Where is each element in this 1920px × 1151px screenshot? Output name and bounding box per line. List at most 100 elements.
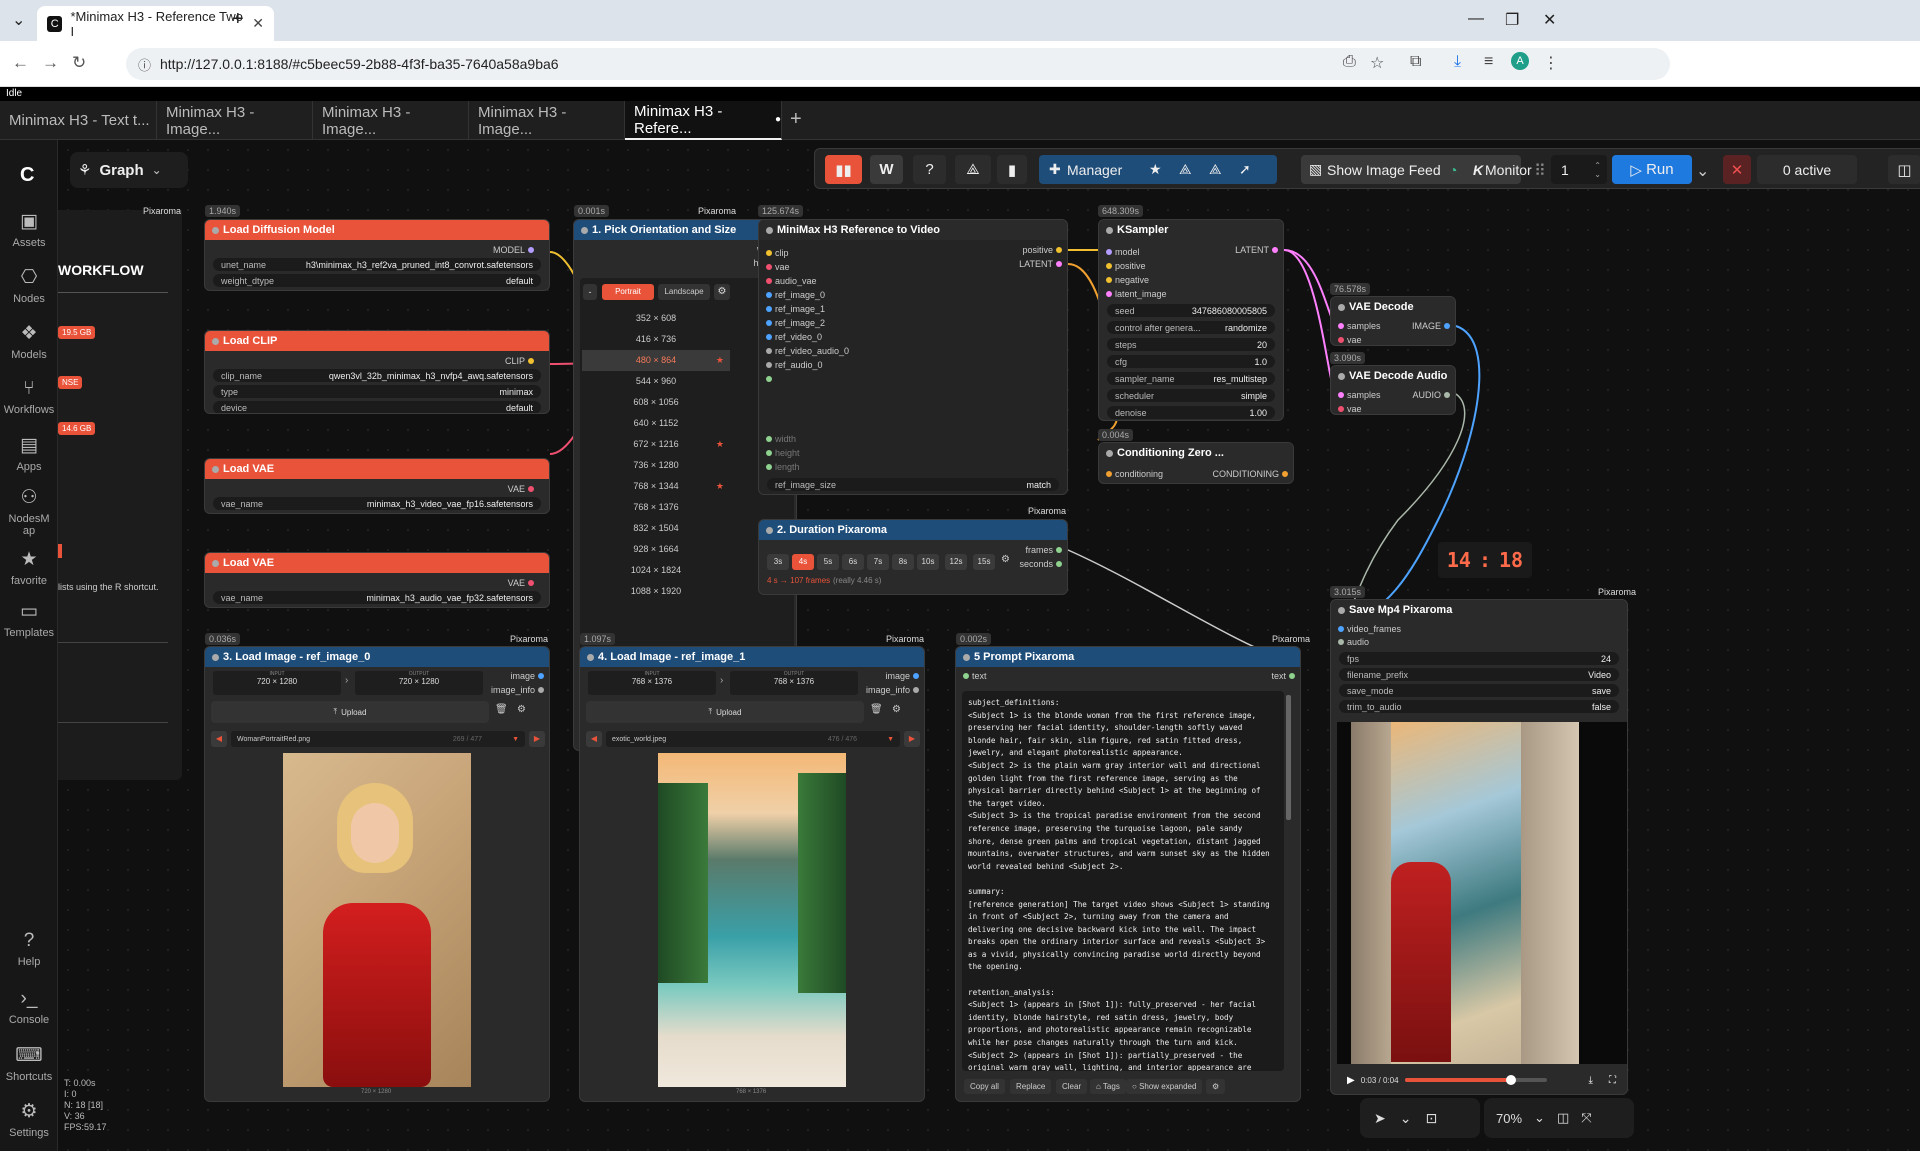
output-frames[interactable]: frames: [1025, 545, 1065, 555]
video-progress-knob[interactable]: [1506, 1075, 1517, 1085]
portrait-button[interactable]: Portrait: [602, 284, 654, 300]
size-option[interactable]: 768 × 1344 ★: [582, 476, 730, 497]
node-load-vae-audio[interactable]: Load VAE VAE vae_name minimax_h3_audio_va…: [204, 552, 550, 608]
upload-button[interactable]: ⤒ Upload: [211, 701, 489, 723]
duration-button[interactable]: 15s: [973, 554, 995, 570]
new-tab-icon[interactable]: +: [232, 8, 244, 31]
input-vae[interactable]: vae: [1335, 335, 1362, 345]
graph-canvas[interactable]: ⚘ Graph ⌄ WORKFLOW 19.5 GB NSE 14.6 GB l…: [58, 140, 1920, 1151]
input-positive[interactable]: positive: [1103, 259, 1167, 273]
pixaroma-icon[interactable]: ▮▮: [825, 155, 862, 184]
socket-dot[interactable]: [1056, 261, 1062, 267]
minimize-icon[interactable]: —: [1468, 10, 1484, 28]
socket-dot[interactable]: [766, 436, 772, 442]
socket-dot[interactable]: [766, 306, 772, 312]
monitor-button[interactable]: Monitor: [1485, 162, 1532, 178]
output-image[interactable]: image: [510, 671, 547, 681]
close-window-icon[interactable]: ✕: [1543, 10, 1556, 30]
size-option[interactable]: 736 × 1280: [582, 455, 730, 476]
widget-seed[interactable]: seed 347686080005805: [1107, 304, 1275, 317]
duration-button[interactable]: 10s: [917, 554, 939, 570]
link-toggle-icon[interactable]: ⤧: [1581, 1110, 1591, 1126]
widget-clip-name[interactable]: clip_name qwen3vl_32b_minimax_h3_nvfp4_aw…: [213, 369, 541, 382]
forward-icon[interactable]: →: [42, 53, 59, 73]
workflow-tab[interactable]: Minimax H3 - Image...: [157, 101, 313, 140]
replace-button[interactable]: Replace: [1010, 1079, 1052, 1094]
socket-dot[interactable]: [766, 250, 772, 256]
collapse-icon[interactable]: -: [583, 284, 597, 300]
workflow-tab[interactable]: Minimax H3 - Image...: [313, 101, 469, 140]
help-question-icon[interactable]: ?: [913, 155, 946, 184]
gear-icon[interactable]: ⚙: [1001, 554, 1010, 565]
output-text[interactable]: text: [1271, 671, 1298, 681]
node-duration[interactable]: 2. Duration Pixaroma frames seconds 3s 4…: [758, 519, 1068, 595]
input-ref-image-0[interactable]: ref_image_0: [763, 288, 849, 302]
duration-button[interactable]: 3s: [767, 554, 789, 570]
size-option[interactable]: 1024 × 1824: [582, 560, 730, 581]
zoom-level[interactable]: 70%: [1496, 1111, 1522, 1126]
prompt-scrollbar[interactable]: [1286, 695, 1291, 820]
run-button[interactable]: ▷ Run: [1612, 155, 1692, 184]
size-option[interactable]: 928 × 1664: [582, 539, 730, 560]
socket-dot[interactable]: [1106, 291, 1112, 297]
socket-dot[interactable]: [766, 348, 772, 354]
sidebar-item-assets[interactable]: ▣ Assets: [0, 210, 58, 249]
size-option[interactable]: 1088 × 1920: [582, 581, 730, 602]
socket-dot[interactable]: [1289, 673, 1295, 679]
size-option[interactable]: 768 × 1376: [582, 497, 730, 518]
socket-dot[interactable]: [1106, 277, 1112, 283]
size-option[interactable]: 832 × 1504: [582, 518, 730, 539]
socket-dot[interactable]: [1338, 639, 1344, 645]
image-select[interactable]: WomanPortraitRed.png 269 / 477 ▼: [231, 731, 525, 747]
next-image-icon[interactable]: ▶: [529, 731, 545, 747]
input-ref-video-audio-0[interactable]: ref_video_audio_0: [763, 344, 849, 358]
bookmark-icon[interactable]: ▮: [997, 155, 1027, 184]
widget-cfg[interactable]: cfg 1.0: [1107, 355, 1275, 368]
input-samples[interactable]: samples: [1335, 390, 1381, 400]
input-ref-audio-0[interactable]: ref_audio_0: [763, 358, 849, 372]
widget-sampler-name[interactable]: sampler_name res_multistep: [1107, 372, 1275, 385]
socket-dot[interactable]: [528, 580, 534, 586]
manager-button[interactable]: Manager: [1067, 162, 1122, 178]
graph-menu[interactable]: ⚘ Graph ⌄: [70, 152, 188, 188]
input-ref-video-0[interactable]: ref_video_0: [763, 330, 849, 344]
socket-dot[interactable]: [1444, 323, 1450, 329]
chrome-menu-icon[interactable]: ⋮: [1543, 53, 1559, 73]
upload-button[interactable]: ⤒ Upload: [586, 701, 864, 723]
w-icon[interactable]: W: [870, 155, 903, 184]
widget-fps[interactable]: fps 24: [1339, 652, 1619, 665]
bookmark-star-icon[interactable]: ☆: [1370, 53, 1384, 73]
video-progress-bar[interactable]: [1404, 1075, 1547, 1085]
socket-dot[interactable]: [1106, 249, 1112, 255]
widget-trim-to-audio[interactable]: trim_to_audio false: [1339, 700, 1619, 713]
restore-icon[interactable]: ❐: [1505, 10, 1519, 30]
sidebar-item-console[interactable]: ›_ Console: [0, 988, 58, 1026]
input-width[interactable]: width: [763, 432, 800, 446]
input-audio-vae[interactable]: audio_vae: [763, 274, 849, 288]
input-extra[interactable]: [763, 372, 849, 386]
workflow-tab[interactable]: Minimax H3 - Image...: [469, 101, 625, 140]
prompt-textarea[interactable]: subject_definitions: <Subject 1> is the b…: [962, 691, 1284, 1071]
size-option[interactable]: 608 × 1056: [582, 392, 730, 413]
socket-dot[interactable]: [1056, 247, 1062, 253]
socket-dot[interactable]: [1444, 392, 1450, 398]
minimap-icon[interactable]: ◫: [1557, 1110, 1569, 1126]
sidebar-item-templates[interactable]: ▭ Templates: [0, 600, 58, 639]
input-audio[interactable]: audio: [1335, 637, 1369, 647]
socket-dot[interactable]: [528, 247, 534, 253]
socket-dot[interactable]: [766, 334, 772, 340]
node-conditioning-zero[interactable]: Conditioning Zero ... conditioning CONDI…: [1098, 442, 1294, 484]
widget-control-after-generate[interactable]: control after genera... randomize: [1107, 321, 1275, 334]
input-video-frames[interactable]: video_frames: [1335, 624, 1401, 634]
size-option[interactable]: 672 × 1216 ★: [582, 434, 730, 455]
node-load-diffusion-model[interactable]: Load Diffusion Model MODEL unet_name h3\m…: [204, 219, 550, 291]
play-icon[interactable]: ▶: [1347, 1075, 1355, 1086]
input-ref-image-2[interactable]: ref_image_2: [763, 316, 849, 330]
gear-icon[interactable]: ⚙: [517, 704, 526, 715]
input-samples[interactable]: samples: [1335, 321, 1381, 331]
chevron-down-icon[interactable]: ⌄: [1400, 1110, 1412, 1127]
widget-vae-name[interactable]: vae_name minimax_h3_video_vae_fp16.safete…: [213, 497, 541, 510]
output-latent[interactable]: LATENT: [1019, 259, 1065, 269]
reload-icon[interactable]: ↻: [72, 53, 86, 73]
sidebar-item-workflows[interactable]: ⑂ Workflows: [0, 378, 58, 416]
